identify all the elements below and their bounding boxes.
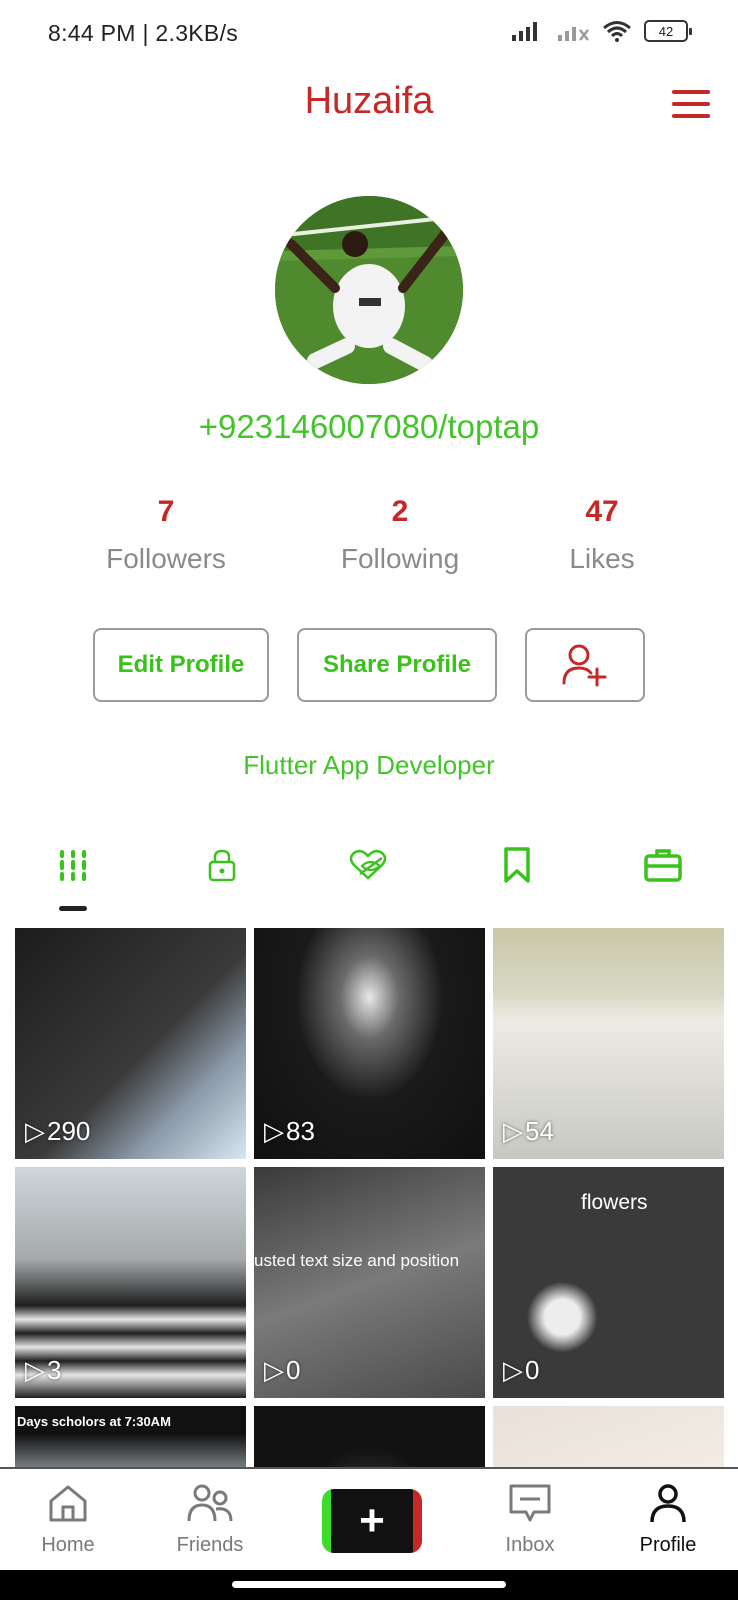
following-label: Following — [340, 543, 460, 574]
share-profile-button[interactable]: Share Profile — [297, 628, 497, 702]
tab-private[interactable] — [192, 840, 252, 890]
create-video-button[interactable]: + — [322, 1489, 422, 1553]
nav-friends[interactable]: Friends — [150, 1483, 270, 1557]
menu-icon-bar — [672, 102, 710, 106]
following-count: 2 — [391, 495, 409, 528]
followers-label: Followers — [106, 543, 226, 574]
tab-indicator — [59, 906, 87, 911]
page-title: Huzaifa — [304, 80, 434, 122]
nav-inbox[interactable]: Inbox — [470, 1483, 590, 1557]
likes-stat[interactable]: 47 Likes — [502, 495, 702, 575]
view-count: ▷ 0 — [503, 1355, 540, 1385]
menu-button[interactable] — [672, 90, 710, 118]
menu-icon-bar — [672, 90, 710, 94]
followers-count: 7 — [157, 495, 175, 528]
likes-count: 47 — [585, 495, 619, 528]
profile-icon — [650, 1484, 686, 1523]
tab-liked[interactable] — [338, 840, 398, 890]
status-bar: 8:44 PM | 2.3KB/s 42 — [0, 0, 738, 70]
view-count: ▷ 290 — [25, 1116, 91, 1146]
video-thumbnail[interactable]: flowers ▷ 0 — [493, 1167, 724, 1398]
add-user-icon — [562, 644, 607, 687]
username: +923146007080/toptap — [198, 408, 540, 445]
lock-icon — [208, 849, 236, 882]
nav-friends-label: Friends — [176, 1534, 244, 1556]
signal-off-icon — [558, 27, 589, 41]
wifi-icon — [603, 21, 631, 42]
play-icon: ▷ — [25, 1355, 45, 1385]
menu-icon-bar — [672, 114, 710, 118]
video-caption: usted text size and position — [254, 1251, 460, 1270]
bookmark-icon — [504, 847, 530, 883]
tab-saved[interactable] — [487, 840, 547, 890]
video-caption: flowers — [581, 1191, 648, 1214]
video-thumbnail[interactable]: ▷ 83 — [254, 928, 485, 1159]
nav-inbox-label: Inbox — [505, 1534, 555, 1556]
grid-icon — [60, 850, 86, 881]
play-icon: ▷ — [503, 1116, 523, 1146]
followers-stat[interactable]: 7 Followers — [66, 495, 266, 575]
home-indicator[interactable] — [232, 1581, 506, 1588]
status-time: 8:44 PM | 2.3KB/s — [48, 20, 239, 46]
plus-icon: + — [332, 1489, 412, 1553]
friends-icon — [187, 1484, 233, 1522]
video-thumbnail[interactable]: ▷ 290 — [15, 928, 246, 1159]
bottom-nav: Home Friends + Inbox Profile — [0, 1467, 738, 1570]
nav-home-label: Home — [41, 1534, 95, 1556]
likes-label: Likes — [569, 543, 635, 574]
avatar[interactable] — [275, 196, 463, 384]
nav-profile-label: Profile — [639, 1534, 697, 1556]
edit-profile-button[interactable]: Edit Profile — [93, 628, 269, 702]
video-thumbnail[interactable]: ▷ 54 — [493, 928, 724, 1159]
play-icon: ▷ — [503, 1355, 523, 1385]
signal-icon — [512, 22, 537, 41]
view-count: ▷ 54 — [503, 1116, 554, 1146]
home-icon — [49, 1485, 87, 1522]
tab-work[interactable] — [633, 840, 693, 890]
play-icon: ▷ — [25, 1116, 45, 1146]
view-count: ▷ 83 — [264, 1116, 315, 1146]
inbox-icon — [509, 1484, 551, 1522]
heart-hidden-icon — [349, 849, 387, 880]
tab-videos[interactable] — [43, 840, 103, 890]
add-friend-button[interactable] — [525, 628, 645, 702]
video-caption: Days scholors at 7:30AM — [17, 1414, 171, 1429]
avatar-image — [275, 196, 463, 384]
system-nav-bar — [0, 1570, 738, 1600]
view-count: ▷ 3 — [25, 1355, 62, 1385]
video-thumbnail[interactable]: ▷ 3 — [15, 1167, 246, 1398]
status-icons: 42 — [510, 20, 692, 42]
play-icon: ▷ — [264, 1116, 284, 1146]
play-icon: ▷ — [264, 1355, 284, 1385]
following-stat[interactable]: 2 Following — [300, 495, 500, 575]
nav-profile[interactable]: Profile — [608, 1483, 728, 1557]
battery-icon: 42 — [644, 20, 692, 42]
content-tabs — [0, 840, 738, 900]
nav-home[interactable]: Home — [8, 1483, 128, 1557]
briefcase-icon — [644, 849, 682, 882]
bio: Flutter App Developer — [243, 750, 495, 780]
video-thumbnail[interactable]: usted text size and position ▷ 0 — [254, 1167, 485, 1398]
view-count: ▷ 0 — [264, 1355, 301, 1385]
